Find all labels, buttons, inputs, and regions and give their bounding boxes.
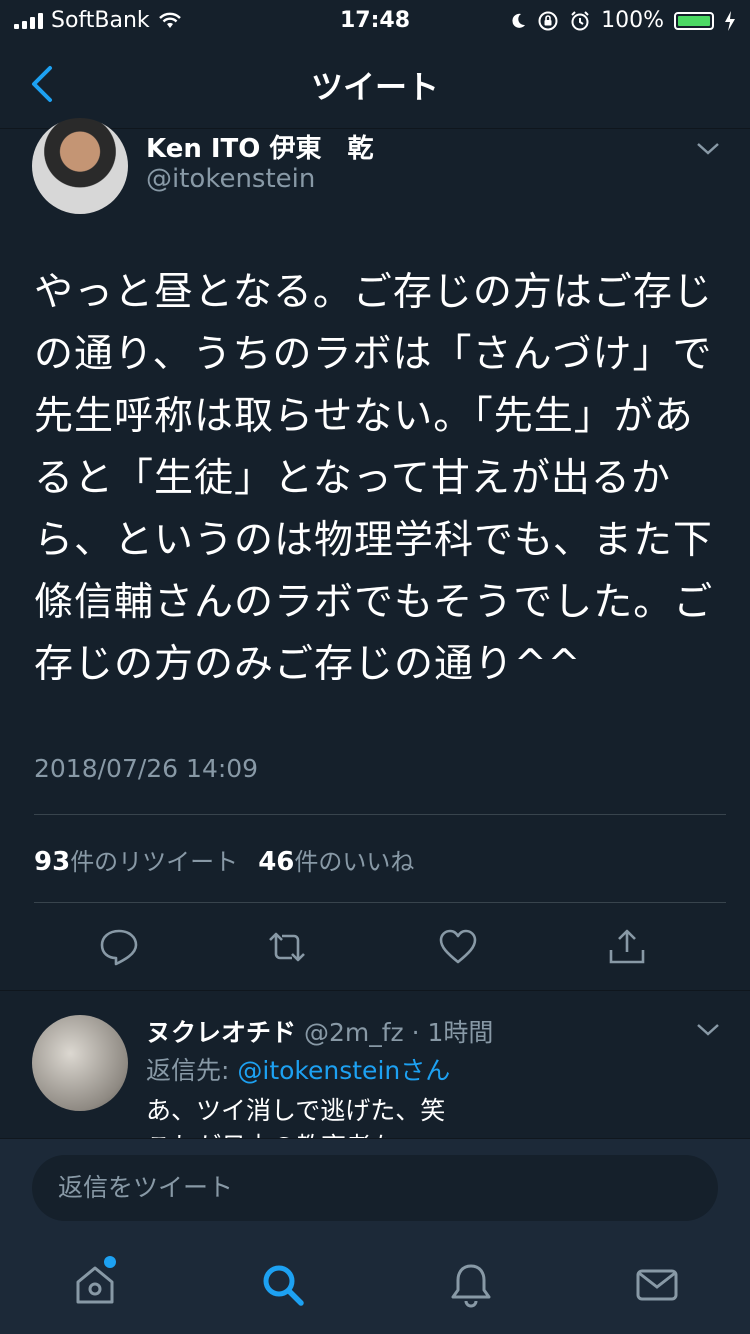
chevron-down-icon[interactable] <box>696 142 720 156</box>
reply-author-name[interactable]: ヌクレオチド <box>146 1018 296 1047</box>
search-icon[interactable] <box>258 1260 308 1310</box>
like-icon[interactable] <box>437 926 479 968</box>
tab-bar <box>0 1238 750 1334</box>
rotation-lock-icon <box>538 11 558 30</box>
action-bar <box>0 918 750 978</box>
retweet-icon[interactable] <box>266 926 308 968</box>
like-count: 46 <box>258 847 295 877</box>
author-avatar[interactable] <box>32 118 128 214</box>
tweet-timestamp: 2018/07/26 14:09 <box>34 754 259 783</box>
divider <box>34 902 726 903</box>
reply-input[interactable]: 返信をツイート <box>32 1155 718 1221</box>
retweet-count: 93 <box>34 847 71 877</box>
reply-time: · 1時間 <box>411 1018 494 1047</box>
retweet-label: 件のリツイート <box>70 848 239 876</box>
reply-icon[interactable] <box>98 926 140 968</box>
divider <box>34 814 726 815</box>
reply-author-handle[interactable]: @2m_fz <box>304 1018 404 1047</box>
reply-composer: 返信をツイート <box>0 1138 750 1239</box>
retweet-stat[interactable]: 93件のリツイート <box>34 842 238 877</box>
like-label: 件のいいね <box>294 848 415 876</box>
reply-to-user-link[interactable]: @itokensteinさん <box>237 1056 450 1085</box>
charging-icon <box>725 10 735 31</box>
reply-to: 返信先: @itokensteinさん <box>146 1051 450 1087</box>
tweet-text: やっと昼となる。ご存じの方はご存じの通り、うちのラボは「さんづけ」で先生呼称は取… <box>34 270 714 687</box>
home-icon[interactable] <box>70 1260 120 1310</box>
alarm-icon <box>571 10 589 30</box>
author-handle[interactable]: @itokenstein <box>146 164 315 194</box>
navigation-bar: ツイート <box>0 40 750 129</box>
page-title: ツイート <box>310 68 439 106</box>
unread-dot <box>104 1256 116 1268</box>
battery-icon <box>674 11 714 30</box>
battery-percentage: 100% <box>601 8 664 33</box>
reply-avatar[interactable] <box>32 1015 128 1111</box>
status-bar: SoftBank 17:48 100% <box>0 0 750 40</box>
tweet-stats: 93件のリツイート 46件のいいね <box>34 842 414 877</box>
author-name[interactable]: Ken ITO 伊東 乾 <box>146 128 373 165</box>
reply-tweet[interactable]: ヌクレオチド @2m_fz · 1時間 返信先: @itokensteinさん … <box>0 990 750 1139</box>
like-stat[interactable]: 46件のいいね <box>258 842 414 877</box>
chevron-down-icon[interactable] <box>696 1023 720 1037</box>
moon-icon <box>512 13 526 28</box>
reply-text: あ、ツイ消しで逃げた、笑 これが日本の教育者な <box>146 1096 446 1139</box>
share-icon[interactable] <box>606 926 648 968</box>
messages-icon[interactable] <box>632 1260 682 1310</box>
reply-to-label: 返信先: <box>146 1056 238 1085</box>
reply-header: ヌクレオチド @2m_fz · 1時間 <box>146 1013 493 1049</box>
notifications-icon[interactable] <box>446 1260 496 1310</box>
